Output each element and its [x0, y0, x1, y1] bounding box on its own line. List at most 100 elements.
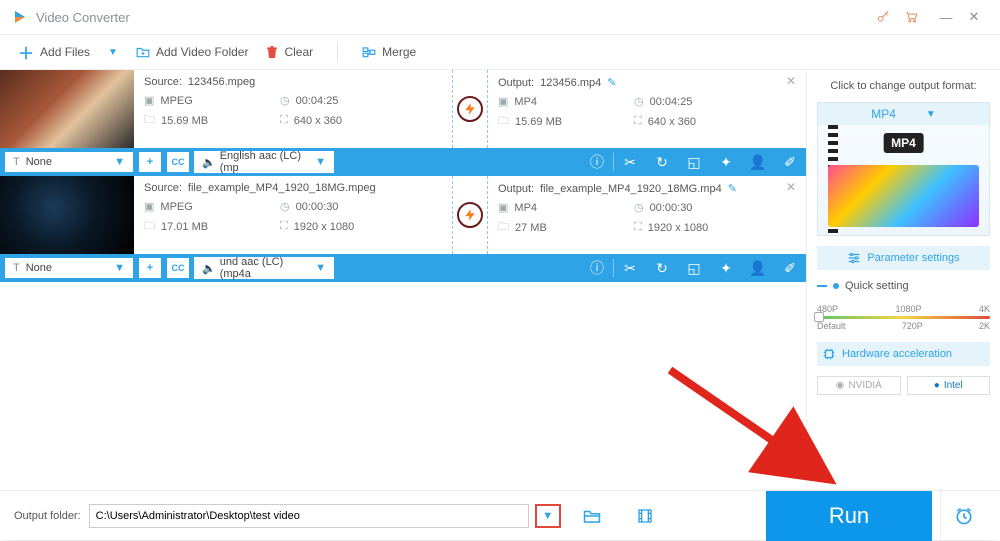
close-button[interactable]: ✕	[960, 9, 988, 25]
edit-tool-icon[interactable]: ✐	[774, 260, 806, 277]
quick-setting-label: Quick setting	[817, 280, 990, 292]
resolution-icon: ⛶	[280, 220, 288, 233]
cc-button[interactable]: CC	[166, 151, 190, 173]
crop-tool-icon[interactable]: ◱	[678, 154, 710, 171]
output-format-select[interactable]: MP4 ▼	[818, 103, 989, 125]
video-thumbnail[interactable]	[0, 70, 134, 148]
app-title: Video Converter	[36, 10, 130, 25]
resolution-icon: ⛶	[280, 114, 288, 127]
file-row: Source: 123456.mpeg ▣MPEG ◷00:04:25 🗀15.…	[0, 70, 806, 176]
speaker-icon: 🔈	[202, 156, 216, 169]
sliders-icon	[847, 252, 861, 264]
speaker-icon: 🔈	[202, 262, 216, 275]
format-preview: MP4	[818, 125, 989, 235]
clock-icon: ◷	[280, 200, 290, 213]
titlebar: Video Converter — ✕	[0, 0, 1000, 34]
hardware-acceleration-button[interactable]: Hardware acceleration	[817, 342, 990, 366]
effect-tool-icon[interactable]: ✦	[710, 154, 742, 171]
subtitle-t-icon: T	[13, 156, 20, 168]
file-list: Source: 123456.mpeg ▣MPEG ◷00:04:25 🗀15.…	[0, 70, 806, 490]
separator	[337, 42, 338, 62]
merge-icon	[362, 46, 376, 58]
size-icon: 🗀	[498, 112, 509, 131]
chevron-down-icon: ▼	[114, 156, 125, 168]
convert-bolt-button[interactable]	[457, 96, 483, 122]
edit-output-icon[interactable]: ✎	[607, 76, 616, 89]
chip-icon	[822, 347, 836, 361]
file-control-strip: T None ▼ + CC 🔈 English aac (LC) (mp ▼ ⓘ…	[0, 148, 806, 176]
output-format-panel: Click to change output format: MP4 ▼ MP4…	[806, 70, 1000, 490]
key-icon[interactable]	[876, 10, 890, 24]
output-folder-input[interactable]	[96, 510, 522, 522]
cut-tool-icon[interactable]: ✂	[614, 260, 646, 277]
plus-icon: ＋	[18, 40, 34, 64]
format-label: Click to change output format:	[817, 80, 990, 92]
minimize-button[interactable]: —	[932, 10, 960, 25]
format-icon: ▣	[144, 200, 154, 213]
clock-icon: ◷	[634, 201, 644, 214]
schedule-button[interactable]	[940, 491, 986, 541]
rotate-tool-icon[interactable]: ↻	[646, 154, 678, 171]
crop-tool-icon[interactable]: ◱	[678, 260, 710, 277]
nvidia-icon: ◉	[836, 380, 845, 391]
clear-button[interactable]: Clear	[266, 45, 313, 59]
format-icon: ▣	[498, 95, 508, 108]
resolution-icon: ⛶	[634, 115, 642, 128]
format-badge: MP4	[883, 133, 924, 153]
output-folder-label: Output folder:	[14, 510, 81, 522]
remove-file-button[interactable]: ✕	[786, 74, 796, 88]
merge-button[interactable]: Merge	[362, 45, 416, 59]
cart-icon[interactable]	[904, 10, 918, 24]
chevron-down-icon: ▼	[926, 109, 936, 120]
audio-track-select[interactable]: 🔈 English aac (LC) (mp ▼	[194, 151, 334, 173]
output-folder-dropdown[interactable]: ▼	[535, 504, 561, 528]
info-tool-icon[interactable]: ⓘ	[581, 258, 613, 278]
remove-file-button[interactable]: ✕	[786, 180, 796, 194]
film-icon[interactable]	[637, 508, 653, 524]
subtitle-select[interactable]: T None ▼	[4, 151, 134, 173]
rotate-tool-icon[interactable]: ↻	[646, 260, 678, 277]
audio-track-select[interactable]: 🔈 und aac (LC) (mp4a ▼	[194, 257, 334, 279]
file-control-strip: T None ▼ + CC 🔈 und aac (LC) (mp4a ▼ ⓘ ✂	[0, 254, 806, 282]
clock-icon: ◷	[280, 94, 290, 107]
add-folder-button[interactable]: Add Video Folder	[136, 45, 249, 59]
add-subtitle-button[interactable]: +	[138, 257, 162, 279]
quick-setting-slider[interactable]: 480P1080P4K Default720P2K	[817, 304, 990, 332]
intel-icon: ●	[934, 380, 940, 391]
edit-tool-icon[interactable]: ✐	[774, 154, 806, 171]
intel-chip: ●Intel	[907, 376, 991, 395]
main-toolbar: ＋ Add Files ▼ Add Video Folder Clear Mer…	[0, 34, 1000, 70]
nvidia-chip: ◉NVIDIA	[817, 376, 901, 395]
output-folder-input-wrap	[89, 504, 529, 528]
chevron-down-icon: ▼	[315, 262, 326, 274]
convert-bolt-button[interactable]	[457, 202, 483, 228]
add-files-dropdown[interactable]: ▼	[108, 47, 118, 58]
folder-plus-icon	[136, 46, 150, 58]
effect-tool-icon[interactable]: ✦	[710, 260, 742, 277]
subtitle-t-icon: T	[13, 262, 20, 274]
clock-icon: ◷	[634, 95, 644, 108]
watermark-tool-icon[interactable]: 👤	[742, 260, 774, 277]
info-tool-icon[interactable]: ⓘ	[581, 152, 613, 172]
run-button[interactable]: Run	[766, 491, 932, 541]
watermark-tool-icon[interactable]: 👤	[742, 154, 774, 171]
cut-tool-icon[interactable]: ✂	[614, 154, 646, 171]
size-icon: 🗀	[144, 217, 155, 236]
add-subtitle-button[interactable]: +	[138, 151, 162, 173]
parameter-settings-button[interactable]: Parameter settings	[817, 246, 990, 270]
open-folder-icon[interactable]	[583, 508, 601, 524]
footer: Output folder: ▼ Run	[0, 490, 1000, 540]
size-icon: 🗀	[498, 218, 509, 237]
resolution-icon: ⛶	[634, 221, 642, 234]
cc-button[interactable]: CC	[166, 257, 190, 279]
format-icon: ▣	[498, 201, 508, 214]
add-files-button[interactable]: ＋ Add Files	[18, 40, 90, 64]
format-icon: ▣	[144, 94, 154, 107]
edit-output-icon[interactable]: ✎	[728, 182, 737, 195]
chevron-down-icon: ▼	[114, 262, 125, 274]
video-thumbnail[interactable]	[0, 176, 134, 254]
subtitle-select[interactable]: T None ▼	[4, 257, 134, 279]
file-row: Source: file_example_MP4_1920_18MG.mpeg …	[0, 176, 806, 282]
size-icon: 🗀	[144, 111, 155, 130]
chevron-down-icon: ▼	[315, 156, 326, 168]
